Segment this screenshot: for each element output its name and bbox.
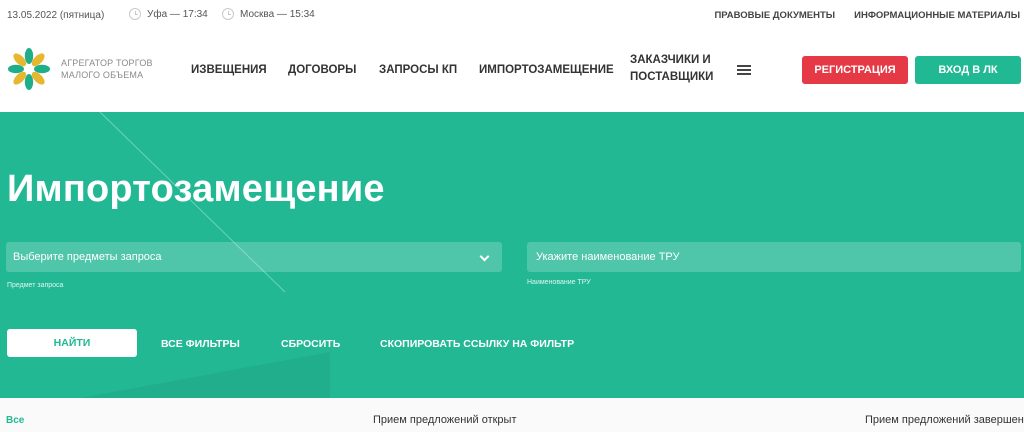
nav-notices[interactable]: ИЗВЕЩЕНИЯ bbox=[191, 64, 267, 76]
tru-name-input[interactable]: Укажите наименование ТРУ bbox=[527, 242, 1021, 272]
page-title: Импортозамещение bbox=[7, 168, 385, 210]
clock-icon bbox=[129, 8, 141, 20]
subject-hint: Предмет запроса bbox=[7, 282, 64, 289]
link-info-materials[interactable]: ИНФОРМАЦИОННЫЕ МАТЕРИАЛЫ bbox=[854, 10, 1020, 21]
subject-select-placeholder: Выберите предметы запроса bbox=[13, 251, 162, 263]
clock-icon bbox=[222, 8, 234, 20]
copy-filter-link-button[interactable]: СКОПИРОВАТЬ ССЫЛКУ НА ФИЛЬТР bbox=[380, 338, 574, 350]
nav-requests[interactable]: ЗАПРОСЫ КП bbox=[379, 64, 457, 76]
filter-hero: Импортозамещение Выберите предметы запро… bbox=[0, 112, 1024, 398]
top-bar: 13.05.2022 (пятница) Уфа — 17:34 Москва … bbox=[0, 0, 1024, 30]
find-button[interactable]: НАЙТИ bbox=[7, 329, 137, 357]
tru-name-placeholder: Укажите наименование ТРУ bbox=[536, 251, 680, 263]
clock-moscow-label: Москва — 15:34 bbox=[240, 8, 315, 20]
all-filters-button[interactable]: ВСЕ ФИЛЬТРЫ bbox=[161, 338, 240, 350]
clock-moscow: Москва — 15:34 bbox=[222, 8, 315, 20]
clock-ufa-label: Уфа — 17:34 bbox=[147, 8, 208, 20]
login-button[interactable]: ВХОД В ЛК bbox=[915, 56, 1021, 84]
tab-done[interactable]: Прием предложений завершен bbox=[865, 414, 1024, 426]
top-links: ПРАВОВЫЕ ДОКУМЕНТЫ ИНФОРМАЦИОННЫЕ МАТЕРИ… bbox=[714, 10, 1020, 21]
chevron-down-icon bbox=[479, 251, 490, 262]
register-button[interactable]: РЕГИСТРАЦИЯ bbox=[802, 56, 908, 84]
link-legal-documents[interactable]: ПРАВОВЫЕ ДОКУМЕНТЫ bbox=[714, 10, 835, 21]
logo-caption-line1: АГРЕГАТОР ТОРГОВ bbox=[61, 58, 153, 68]
tab-all[interactable]: Все bbox=[6, 415, 24, 426]
current-date: 13.05.2022 (пятница) bbox=[7, 10, 105, 21]
status-tabs: Все Прием предложений открыт Прием предл… bbox=[0, 398, 1024, 432]
clock-ufa: Уфа — 17:34 bbox=[129, 8, 208, 20]
tab-open[interactable]: Прием предложений открыт bbox=[373, 414, 517, 426]
nav-import-substitution[interactable]: ИМПОРТОЗАМЕЩЕНИЕ bbox=[479, 64, 614, 76]
tru-hint: Наименование ТРУ bbox=[527, 279, 591, 286]
menu-icon[interactable] bbox=[737, 65, 751, 75]
petal-star-logo[interactable] bbox=[6, 46, 52, 92]
subject-select[interactable]: Выберите предметы запроса bbox=[6, 242, 502, 272]
nav-contracts[interactable]: ДОГОВОРЫ bbox=[288, 64, 356, 76]
logo-caption-line2: МАЛОГО ОБЪЕМА bbox=[61, 70, 144, 80]
nav-customers-suppliers[interactable]: ЗАКАЗЧИКИ И ПОСТАВЩИКИ bbox=[630, 52, 716, 86]
reset-button[interactable]: СБРОСИТЬ bbox=[281, 338, 340, 350]
main-header: АГРЕГАТОР ТОРГОВ МАЛОГО ОБЪЕМА ИЗВЕЩЕНИЯ… bbox=[0, 30, 1024, 112]
logo-caption: АГРЕГАТОР ТОРГОВ МАЛОГО ОБЪЕМА bbox=[61, 57, 153, 81]
